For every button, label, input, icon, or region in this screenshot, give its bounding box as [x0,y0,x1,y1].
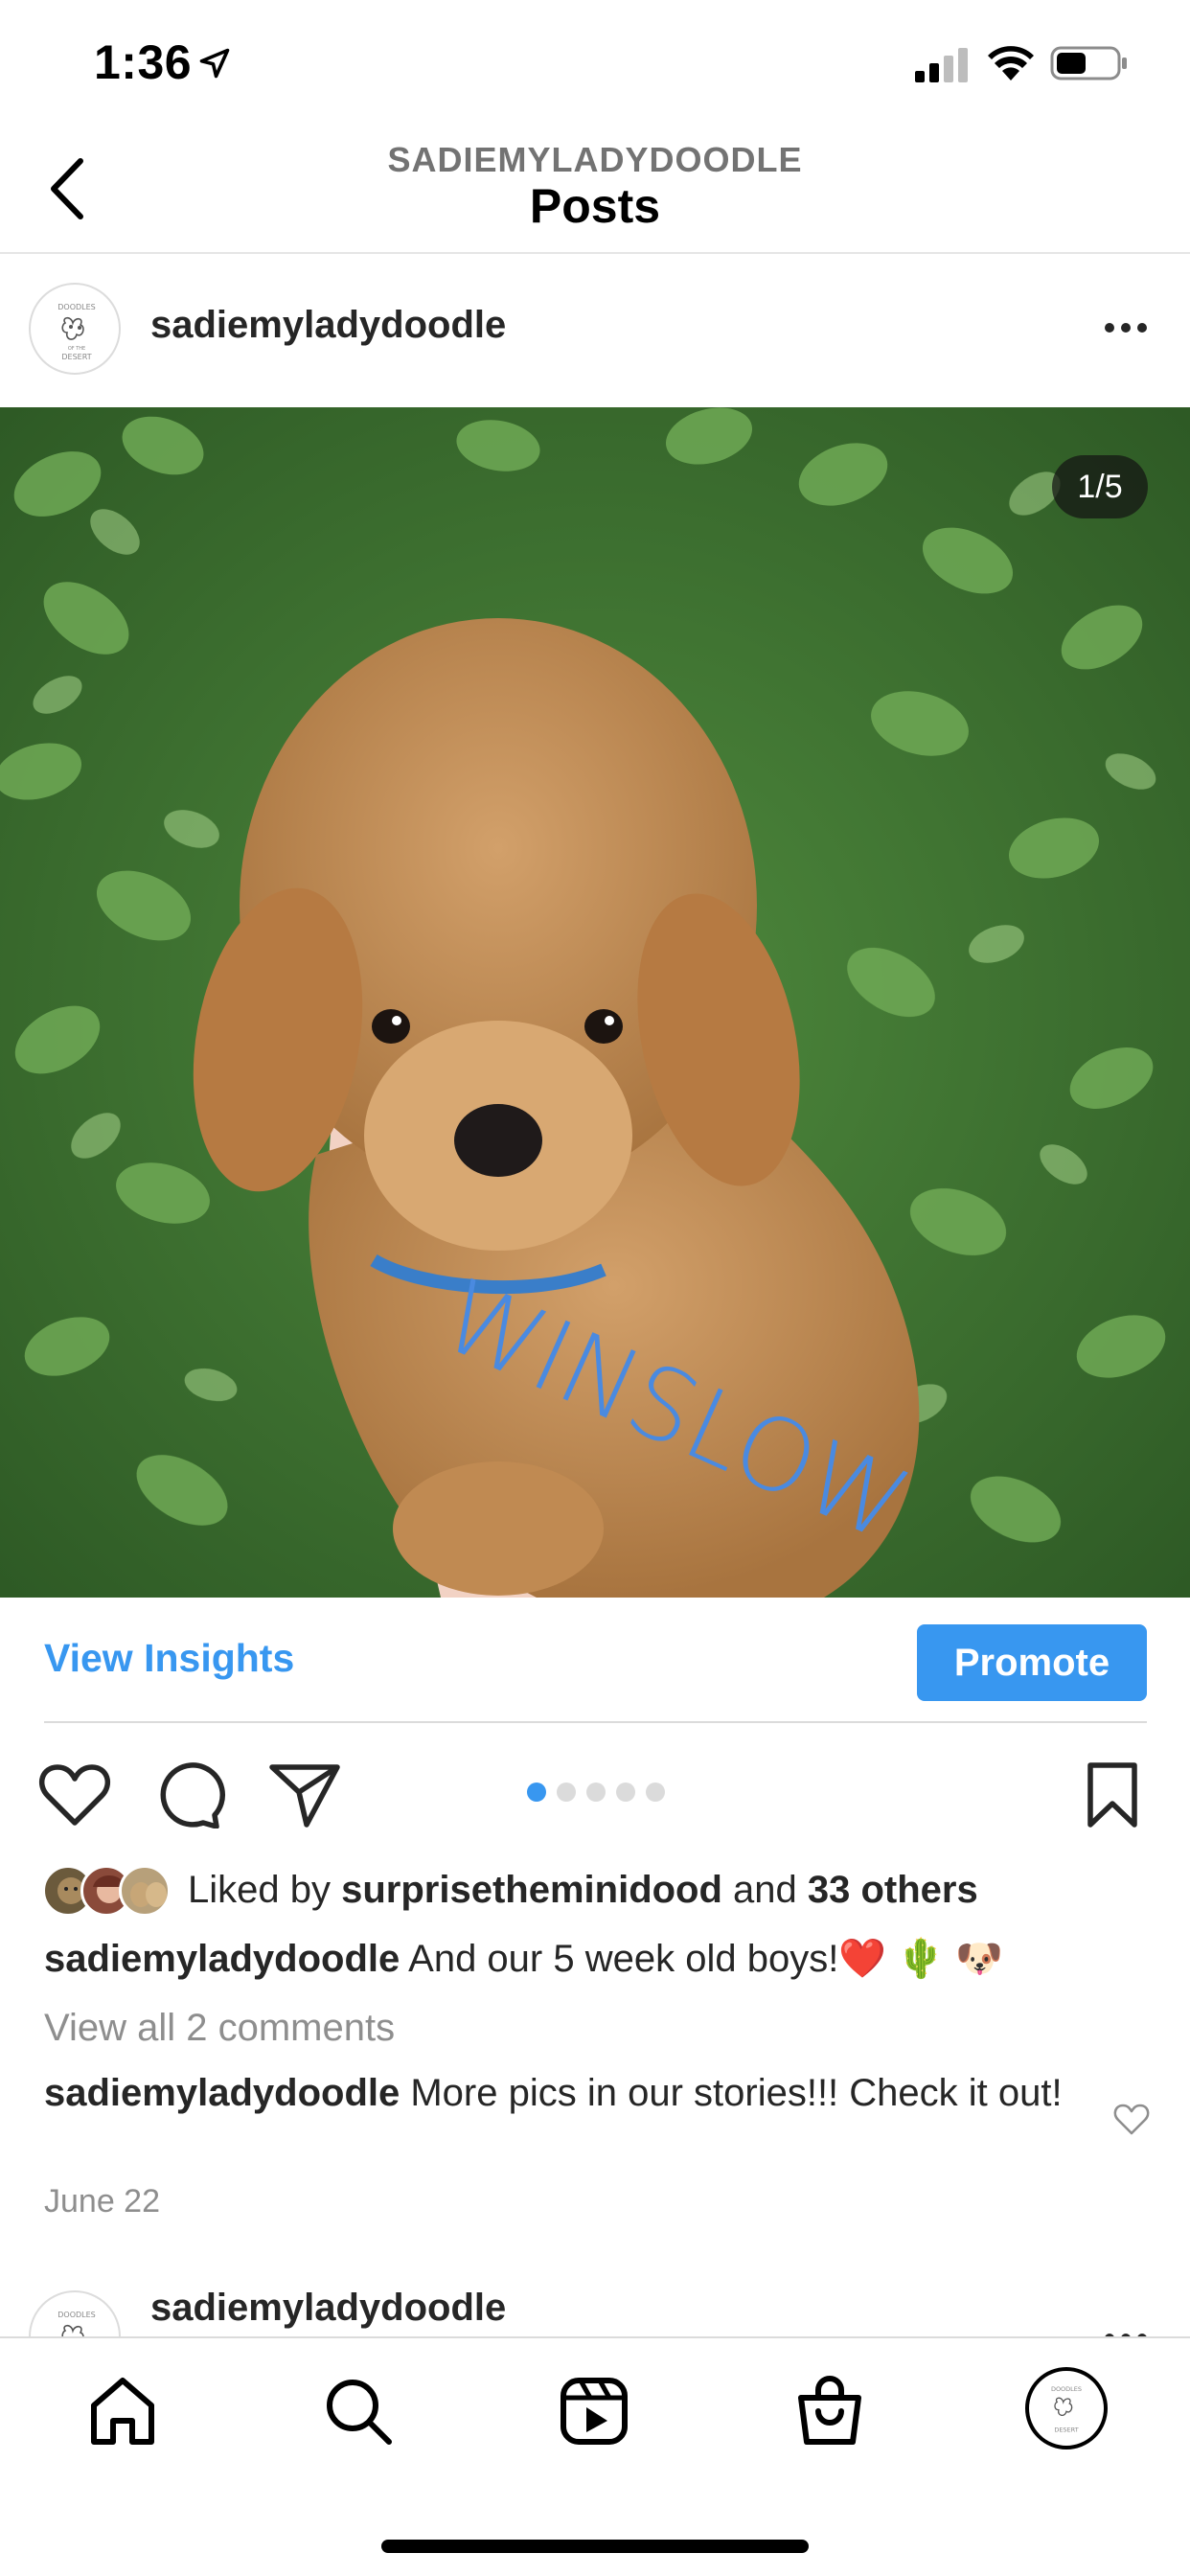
liker-avatar [119,1865,171,1917]
likes-text: Liked by surprisetheminidood and 33 othe… [188,1869,978,1911]
ellipsis-icon[interactable] [1102,2323,1150,2336]
view-insights-link[interactable]: View Insights [44,1636,294,1681]
puppy-photo-image: WINSLOW [0,407,1190,1598]
header-subtitle: SADIEMYLADYDOODLE [387,140,803,179]
status-bar: 1:36 [0,0,1190,125]
heart-icon[interactable] [38,1761,111,1828]
cellular-signal-icon [915,48,968,82]
caption-username[interactable]: sadiemyladydoodle [44,1938,400,1980]
post-actions [0,1744,1190,1840]
doodles-logo-icon: DOODLES DESERT [1051,2385,1082,2433]
avatar[interactable]: DOODLES OF THE DESERT [29,283,121,375]
liker-username[interactable]: surprisetheminidood [341,1869,722,1911]
view-all-comments-link[interactable]: View all 2 comments [44,2007,395,2050]
divider [44,1721,1147,1723]
nav-header: SADIEMYLADYDOODLE Posts [0,125,1190,254]
caption-text: And our 5 week old boys!❤️ 🌵 🐶 [400,1938,1003,1980]
ellipsis-icon[interactable] [1102,313,1150,342]
promote-button[interactable]: Promote [917,1624,1147,1701]
home-icon[interactable] [84,2373,161,2450]
wifi-icon [988,46,1034,80]
location-arrow-icon [199,48,230,79]
battery-icon [1050,46,1127,80]
search-icon[interactable] [320,2373,397,2450]
svg-text:DOODLES: DOODLES [1051,2385,1082,2393]
likes-others[interactable]: 33 others [808,1869,978,1911]
post-header: DOODLES OF THE DESERT sadiemyladydoodle [0,254,1190,407]
photo-counter-badge: 1/5 [1052,455,1148,518]
carousel-dot [646,1782,665,1802]
bookmark-icon[interactable] [1083,1761,1142,1828]
next-post-username[interactable]: sadiemyladydoodle [150,2287,506,2330]
reels-icon[interactable] [556,2373,632,2450]
carousel-dot [557,1782,576,1802]
profile-tab-avatar[interactable]: DOODLES DESERT [1025,2367,1108,2450]
next-post-header: DOODLES sadiemyladydoodle [0,2281,1190,2336]
svg-text:DESERT: DESERT [61,353,91,361]
comment-text: More pics in our stories!!! Check it out… [400,2072,1063,2114]
doodles-logo-icon: DOODLES [57,2311,96,2336]
post-photo[interactable]: WINSLOW 1/5 [0,407,1190,1598]
doodles-logo-icon: DOODLES OF THE DESERT [57,303,96,361]
insights-row: View Insights Promote [0,1598,1190,1722]
comment-username[interactable]: sadiemyladydoodle [44,2072,400,2114]
share-send-icon[interactable] [268,1761,341,1828]
page-title: Posts [529,179,661,233]
post-date: June 22 [44,2183,160,2220]
svg-text:DESERT: DESERT [1054,2426,1078,2433]
shop-icon[interactable] [791,2373,868,2450]
post-caption: sadiemyladydoodle And our 5 week old boy… [44,1936,1156,1981]
carousel-dot-active [527,1782,546,1802]
svg-text:DOODLES: DOODLES [57,303,96,311]
carousel-indicator [527,1782,671,1804]
svg-text:OF THE: OF THE [68,346,85,352]
comment-icon[interactable] [153,1761,226,1828]
svg-text:DOODLES: DOODLES [57,2311,96,2319]
tab-bar: DOODLES DESERT [0,2336,1190,2576]
avatar[interactable]: DOODLES [29,2290,121,2336]
post-username[interactable]: sadiemyladydoodle [150,304,506,347]
carousel-dot [616,1782,635,1802]
comment-like-heart-icon[interactable] [1113,2104,1150,2136]
status-time: 1:36 [94,35,193,89]
likes-row[interactable]: Liked by surprisetheminidood and 33 othe… [42,1861,1154,1919]
home-indicator [381,2540,809,2553]
carousel-dot [586,1782,606,1802]
comment: sadiemyladydoodle More pics in our stori… [44,2070,1088,2116]
